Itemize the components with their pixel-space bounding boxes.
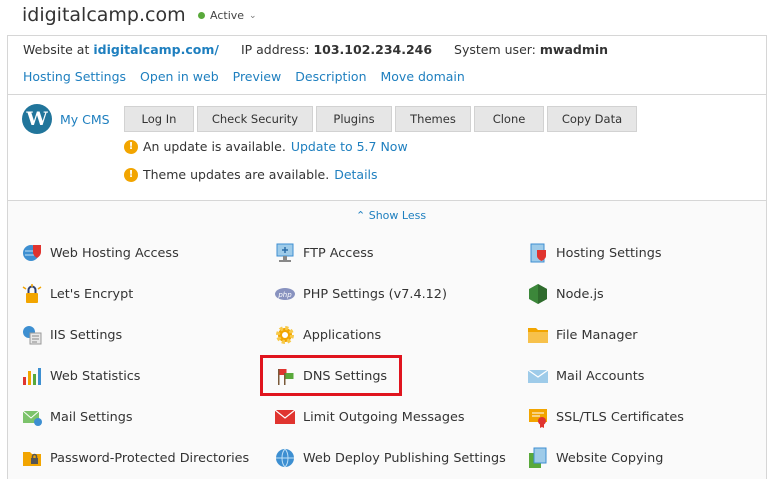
tool-website-copying[interactable]: Website Copying: [527, 447, 663, 469]
tool-php-settings-v7-4-12[interactable]: php PHP Settings (v7.4.12): [274, 283, 447, 305]
tool-label: IIS Settings: [50, 327, 123, 343]
tool-password-protected-directories[interactable]: Password-Protected Directories: [21, 447, 249, 469]
status-dot-icon: [198, 12, 205, 19]
page-header: idigitalcamp.com Active ⌄: [0, 0, 768, 35]
mail-accounts-icon: [527, 365, 549, 387]
warning-icon: !: [124, 167, 138, 182]
tool-label: Mail Settings: [50, 409, 133, 425]
tool-mail-settings[interactable]: Mail Settings: [21, 406, 133, 428]
tool-applications[interactable]: Applications: [274, 324, 381, 346]
copy-data-button[interactable]: Copy Data: [547, 106, 637, 132]
status-dropdown[interactable]: Active ⌄: [198, 9, 257, 22]
warning-icon: !: [124, 139, 138, 154]
domain-info: Website at idigitalcamp.com/ IP address:…: [23, 42, 608, 57]
hosting-settings-icon: [527, 242, 549, 264]
tool-label: Node.js: [556, 286, 604, 302]
file-manager-folder-icon: [527, 324, 549, 346]
check-security-button[interactable]: Check Security: [197, 106, 313, 132]
tool-label: PHP Settings (v7.4.12): [303, 286, 447, 302]
website-label: Website at: [23, 42, 90, 57]
tool-web-deploy-publishing-settings[interactable]: Web Deploy Publishing Settings: [274, 447, 506, 469]
ftp-access-icon: [274, 242, 296, 264]
tool-label: Web Hosting Access: [50, 245, 179, 261]
nodejs-icon: [527, 283, 549, 305]
tool-label: Hosting Settings: [556, 245, 662, 261]
tool-iis-settings[interactable]: IIS Settings: [21, 324, 122, 346]
move-domain-link[interactable]: Move domain: [381, 69, 465, 84]
chevron-down-icon: ⌄: [249, 10, 257, 21]
tool-label: FTP Access: [303, 245, 374, 261]
open-in-web-link[interactable]: Open in web: [140, 69, 219, 84]
tool-label: Applications: [303, 327, 382, 343]
applications-gear-icon: [274, 324, 296, 346]
tool-ssl-tls-certificates[interactable]: SSL/TLS Certificates: [527, 406, 684, 428]
tool-mail-accounts[interactable]: Mail Accounts: [527, 365, 644, 387]
ip-value: 103.102.234.246: [313, 42, 433, 57]
description-link[interactable]: Description: [295, 69, 366, 84]
tool-node-js[interactable]: Node.js: [527, 283, 604, 305]
tool-label: Mail Accounts: [556, 368, 645, 384]
svg-text:php: php: [277, 291, 292, 299]
limit-mail-icon: [274, 406, 296, 428]
tool-file-manager[interactable]: File Manager: [527, 324, 638, 346]
system-user-label: System user:: [454, 42, 536, 57]
iis-settings-icon: [21, 324, 43, 346]
tool-label: Website Copying: [556, 450, 664, 466]
globe-shield-icon: [21, 242, 43, 264]
ip-label: IP address:: [240, 42, 310, 57]
tool-label: File Manager: [556, 327, 638, 343]
tool-label: Password-Protected Directories: [50, 450, 250, 466]
themes-button[interactable]: Themes: [395, 106, 471, 132]
protected-folder-icon: [21, 447, 43, 469]
update-notice: ! An update is available. Update to 5.7 N…: [124, 139, 408, 154]
tool-web-hosting-access[interactable]: Web Hosting Access: [21, 242, 179, 264]
lets-encrypt-icon: [21, 283, 43, 305]
php-icon: php: [274, 283, 296, 305]
tool-limit-outgoing-messages[interactable]: Limit Outgoing Messages: [274, 406, 465, 428]
tool-label: Let's Encrypt: [50, 286, 134, 302]
cms-name-link[interactable]: My CMS: [60, 112, 110, 127]
update-now-link[interactable]: Update to 5.7 Now: [291, 139, 408, 154]
theme-notice: ! Theme updates are available. Details: [124, 167, 378, 182]
log-in-button[interactable]: Log In: [124, 106, 194, 132]
update-notice-text: An update is available.: [143, 139, 286, 154]
tool-hosting-settings[interactable]: Hosting Settings: [527, 242, 661, 264]
tool-label: Web Deploy Publishing Settings: [303, 450, 506, 466]
domain-title: idigitalcamp.com: [22, 4, 186, 26]
tool-let-s-encrypt[interactable]: Let's Encrypt: [21, 283, 133, 305]
preview-link[interactable]: Preview: [233, 69, 282, 84]
plugins-button[interactable]: Plugins: [316, 106, 392, 132]
tool-label: SSL/TLS Certificates: [556, 409, 684, 425]
details-link[interactable]: Details: [334, 167, 377, 182]
domain-links: Hosting Settings Open in web Preview Des…: [23, 69, 465, 84]
show-less-label: Show Less: [368, 209, 427, 222]
website-copying-icon: [527, 447, 549, 469]
show-less-toggle[interactable]: ⌃ Show Less: [356, 209, 426, 222]
tool-label: Limit Outgoing Messages: [303, 409, 465, 425]
tool-web-statistics[interactable]: Web Statistics: [21, 365, 140, 387]
dns-settings-highlight: [260, 355, 402, 396]
system-user-value: mwadmin: [539, 42, 609, 57]
chevron-up-icon: ⌃: [356, 209, 366, 222]
web-deploy-globe-icon: [274, 447, 296, 469]
tool-ftp-access[interactable]: FTP Access: [274, 242, 374, 264]
cms-panel: W My CMS Log In Check Security Plugins T…: [8, 94, 766, 200]
cms-toolbar: Log In Check Security Plugins Themes Clo…: [124, 106, 637, 132]
mail-settings-icon: [21, 406, 43, 428]
tool-label: Web Statistics: [50, 368, 141, 384]
ssl-certificate-icon: [527, 406, 549, 428]
wordpress-icon: W: [22, 104, 52, 134]
web-statistics-icon: [21, 365, 43, 387]
clone-button[interactable]: Clone: [474, 106, 544, 132]
website-link[interactable]: idigitalcamp.com/: [93, 42, 219, 57]
hosting-settings-link[interactable]: Hosting Settings: [23, 69, 126, 84]
theme-notice-text: Theme updates are available.: [143, 167, 330, 182]
status-label: Active: [210, 9, 245, 22]
